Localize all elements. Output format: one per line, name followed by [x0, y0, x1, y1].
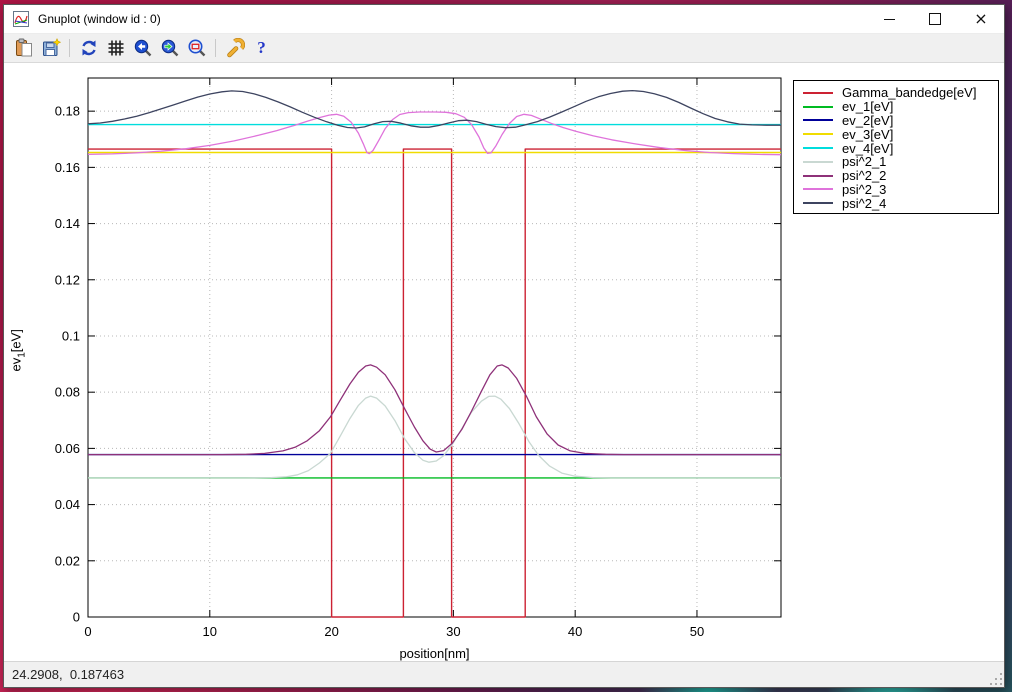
close-button[interactable]: ×: [958, 5, 1004, 33]
previous-zoom-button[interactable]: [130, 36, 155, 60]
help-icon: ?: [257, 38, 266, 58]
replot-button[interactable]: [76, 36, 101, 60]
y-tick-label: 0: [73, 610, 80, 625]
y-tick-label: 0.14: [55, 216, 80, 231]
resize-grip[interactable]: [989, 672, 1002, 685]
x-axis-label: position[nm]: [88, 646, 781, 661]
desktop: { "window": { "title": "Gnuplot (window …: [0, 0, 1012, 692]
y-tick-label: 0.12: [55, 272, 80, 287]
gnuplot-app-icon: [13, 11, 29, 27]
legend: Gamma_bandedge[eV]ev_1[eV]ev_2[eV]ev_3[e…: [793, 80, 999, 214]
plot-border: [88, 78, 781, 617]
legend-line-sample: [803, 106, 833, 108]
y-tick-label: 0.16: [55, 160, 80, 175]
minimize-icon: [884, 19, 895, 20]
legend-label: psi^2_3: [842, 183, 886, 196]
options-button[interactable]: [222, 36, 247, 60]
grid-icon: [106, 38, 126, 58]
zoom-next-icon: [160, 38, 180, 58]
legend-label: ev_1[eV]: [842, 100, 893, 113]
series-psi2-4: [88, 91, 781, 128]
legend-line-sample: [803, 161, 833, 163]
x-tick-label: 50: [690, 624, 704, 639]
cursor-coordinates: 24.2908, 0.187463: [12, 667, 124, 682]
zoom-region-button[interactable]: [184, 36, 209, 60]
toolbar: ?: [4, 34, 1004, 63]
help-button[interactable]: ?: [249, 36, 274, 60]
plot-canvas[interactable]: 0 10 20 30 40 50 0 0.02 0.04 0.06 0.08 0.1 0.12 0.14 0…: [4, 63, 1004, 661]
y-tick-label: 0.02: [55, 553, 80, 568]
y-tick-label: 0.04: [55, 497, 80, 512]
clipboard-icon: [14, 38, 34, 58]
legend-line-sample: [803, 188, 833, 190]
legend-row-ev-4: ev_4[eV]: [794, 141, 998, 155]
x-tick-label: 0: [84, 624, 91, 639]
legend-row-gamma-bandedge: Gamma_bandedge[eV]: [794, 86, 998, 100]
legend-line-sample: [803, 92, 833, 94]
title-bar[interactable]: Gnuplot (window id : 0) ×: [4, 5, 1004, 34]
toolbar-separator: [69, 39, 70, 57]
legend-row-psi2-4: psi^2_4: [794, 196, 998, 210]
toolbar-separator: [215, 39, 216, 57]
legend-row-ev-1: ev_1[eV]: [794, 100, 998, 114]
series-psi2-1: [88, 396, 781, 478]
legend-line-sample: [803, 147, 833, 149]
legend-line-sample: [803, 119, 833, 121]
minimize-button[interactable]: [866, 5, 912, 33]
legend-label: psi^2_4: [842, 197, 886, 210]
y-axis-label: ev1[eV]: [9, 300, 28, 400]
save-button[interactable]: [38, 36, 63, 60]
legend-label: ev_2[eV]: [842, 114, 893, 127]
series-gamma-bandedge: [88, 149, 781, 617]
y-tick-label: 0.1: [62, 328, 80, 343]
status-bar: 24.2908, 0.187463: [4, 661, 1004, 687]
legend-row-psi2-2: psi^2_2: [794, 169, 998, 183]
legend-label: psi^2_2: [842, 169, 886, 182]
y-tick-label: 0.06: [55, 441, 80, 456]
x-tick-label: 40: [568, 624, 582, 639]
legend-row-ev-3: ev_3[eV]: [794, 127, 998, 141]
save-icon: [41, 38, 61, 58]
legend-label: psi^2_1: [842, 155, 886, 168]
next-zoom-button[interactable]: [157, 36, 182, 60]
zoom-previous-icon: [133, 38, 153, 58]
zoom-region-icon: [187, 38, 207, 58]
legend-row-ev-2: ev_2[eV]: [794, 114, 998, 128]
grid-button[interactable]: [103, 36, 128, 60]
legend-line-sample: [803, 133, 833, 135]
x-tick-label: 20: [324, 624, 338, 639]
series-psi2-2: [88, 365, 781, 455]
legend-label: ev_4[eV]: [842, 142, 893, 155]
x-tick-label: 30: [446, 624, 460, 639]
legend-label: ev_3[eV]: [842, 128, 893, 141]
maximize-icon: [929, 13, 941, 25]
x-tick-label: 10: [203, 624, 217, 639]
copy-clipboard-button[interactable]: [11, 36, 36, 60]
wrench-icon: [225, 38, 245, 58]
window-controls: ×: [866, 5, 1004, 33]
close-icon: ×: [974, 11, 987, 27]
maximize-button[interactable]: [912, 5, 958, 33]
legend-row-psi2-1: psi^2_1: [794, 155, 998, 169]
legend-row-psi2-3: psi^2_3: [794, 183, 998, 197]
gnuplot-window: Gnuplot (window id : 0) ×: [3, 4, 1005, 688]
series-psi2-3: [88, 112, 781, 155]
legend-line-sample: [803, 202, 833, 204]
window-title: Gnuplot (window id : 0): [38, 12, 161, 26]
legend-label: Gamma_bandedge[eV]: [842, 86, 976, 99]
refresh-icon: [79, 38, 99, 58]
y-tick-label: 0.08: [55, 385, 80, 400]
legend-line-sample: [803, 175, 833, 177]
y-tick-label: 0.18: [55, 104, 80, 119]
